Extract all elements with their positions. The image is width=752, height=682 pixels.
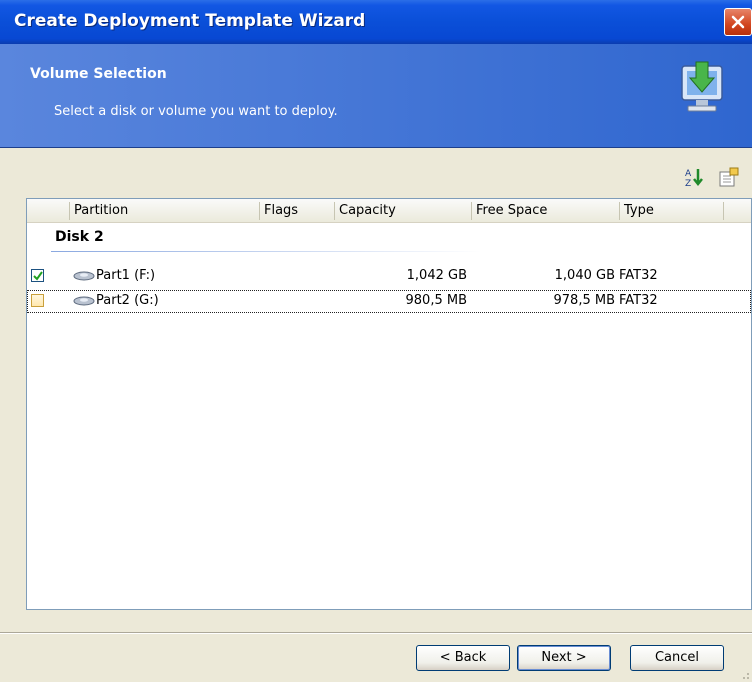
column-separator[interactable] — [69, 202, 70, 220]
capacity-value: 980,5 MB — [405, 293, 467, 308]
partition-name: Part2 (G:) — [96, 293, 159, 308]
column-separator[interactable] — [723, 202, 724, 220]
column-partition[interactable]: Partition — [74, 203, 128, 218]
row-checkbox[interactable] — [31, 294, 44, 307]
disk-icon — [73, 296, 95, 306]
wizard-header: Volume Selection Select a disk or volume… — [0, 44, 752, 148]
next-button[interactable]: Next > — [517, 645, 611, 671]
title-bar[interactable]: Create Deployment Template Wizard — [0, 0, 752, 44]
page-subtitle: Select a disk or volume you want to depl… — [54, 104, 338, 119]
list-item[interactable]: Part1 (F:) 1,042 GB 1,040 GB FAT32 — [27, 265, 751, 288]
column-type[interactable]: Type — [624, 203, 654, 218]
column-free-space[interactable]: Free Space — [476, 203, 547, 218]
list-item[interactable]: Part2 (G:) 980,5 MB 978,5 MB FAT32 — [27, 290, 751, 313]
column-header: Partition Flags Capacity Free Space Type — [27, 199, 751, 223]
page-title: Volume Selection — [30, 66, 167, 82]
free-space-value: 1,040 GB — [554, 268, 615, 283]
properties-icon[interactable] — [718, 166, 740, 188]
partition-name: Part1 (F:) — [96, 268, 156, 283]
window-title: Create Deployment Template Wizard — [14, 11, 366, 31]
disk-icon — [73, 271, 95, 281]
column-separator[interactable] — [334, 202, 335, 220]
checkmark-icon — [33, 271, 43, 281]
type-value: FAT32 — [619, 268, 658, 283]
svg-text:Z: Z — [685, 179, 691, 188]
footer-divider — [0, 632, 752, 634]
monitor-deploy-icon — [681, 61, 723, 112]
sort-icon[interactable]: A Z — [684, 166, 706, 188]
svg-text:A: A — [685, 169, 692, 179]
column-separator[interactable] — [619, 202, 620, 220]
column-separator[interactable] — [259, 202, 260, 220]
close-button[interactable] — [724, 8, 752, 36]
cancel-button[interactable]: Cancel — [630, 645, 724, 671]
column-separator[interactable] — [471, 202, 472, 220]
row-checkbox[interactable] — [31, 269, 44, 282]
group-divider — [51, 251, 481, 252]
free-space-value: 978,5 MB — [553, 293, 615, 308]
wizard-window: Create Deployment Template Wizard Volume… — [0, 0, 752, 682]
back-button[interactable]: < Back — [416, 645, 510, 671]
column-flags[interactable]: Flags — [264, 203, 298, 218]
capacity-value: 1,042 GB — [406, 268, 467, 283]
close-icon — [731, 15, 745, 29]
group-disk-2: Disk 2 — [55, 229, 104, 245]
resize-grip-icon[interactable] — [738, 668, 750, 680]
type-value: FAT32 — [619, 293, 658, 308]
column-capacity[interactable]: Capacity — [339, 203, 396, 218]
volume-list[interactable]: Partition Flags Capacity Free Space Type… — [26, 198, 752, 610]
